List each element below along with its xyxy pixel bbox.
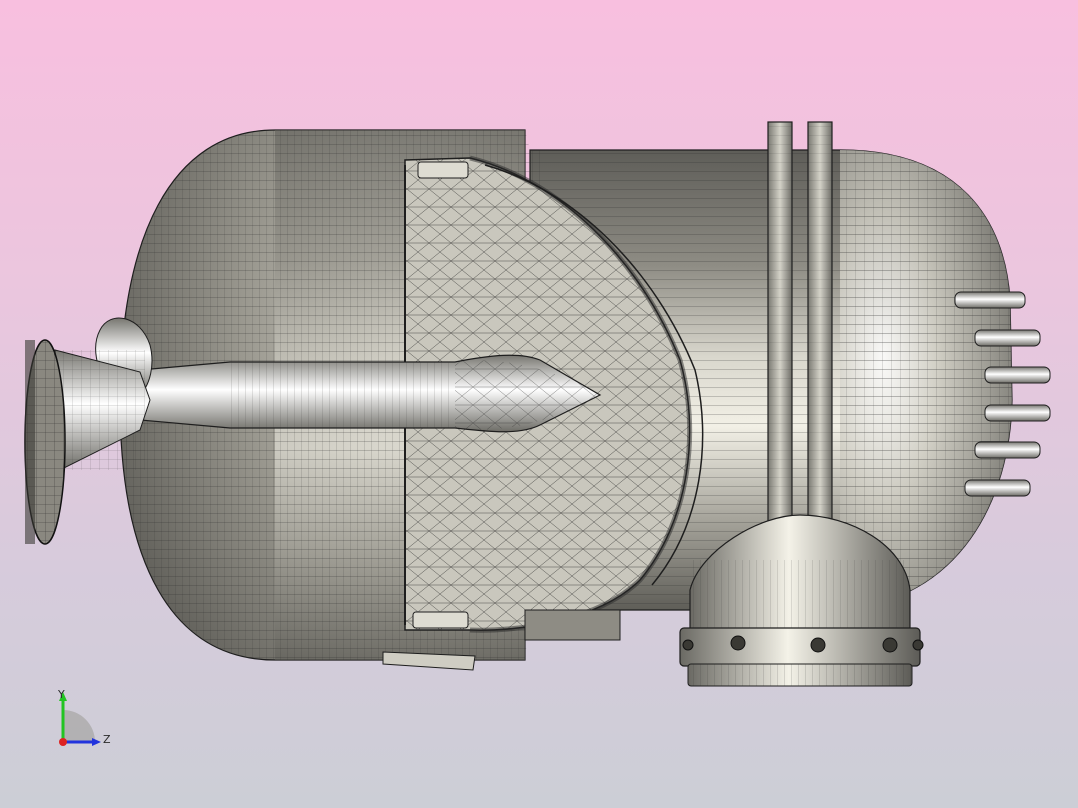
x-axis-point bbox=[59, 738, 67, 746]
inlet-flange bbox=[24, 339, 66, 545]
pressure-vessel-model[interactable] bbox=[0, 0, 1078, 808]
cad-viewport[interactable]: Y Z bbox=[0, 0, 1078, 808]
z-axis-label: Z bbox=[103, 733, 111, 746]
y-axis-label: Y bbox=[58, 688, 65, 701]
